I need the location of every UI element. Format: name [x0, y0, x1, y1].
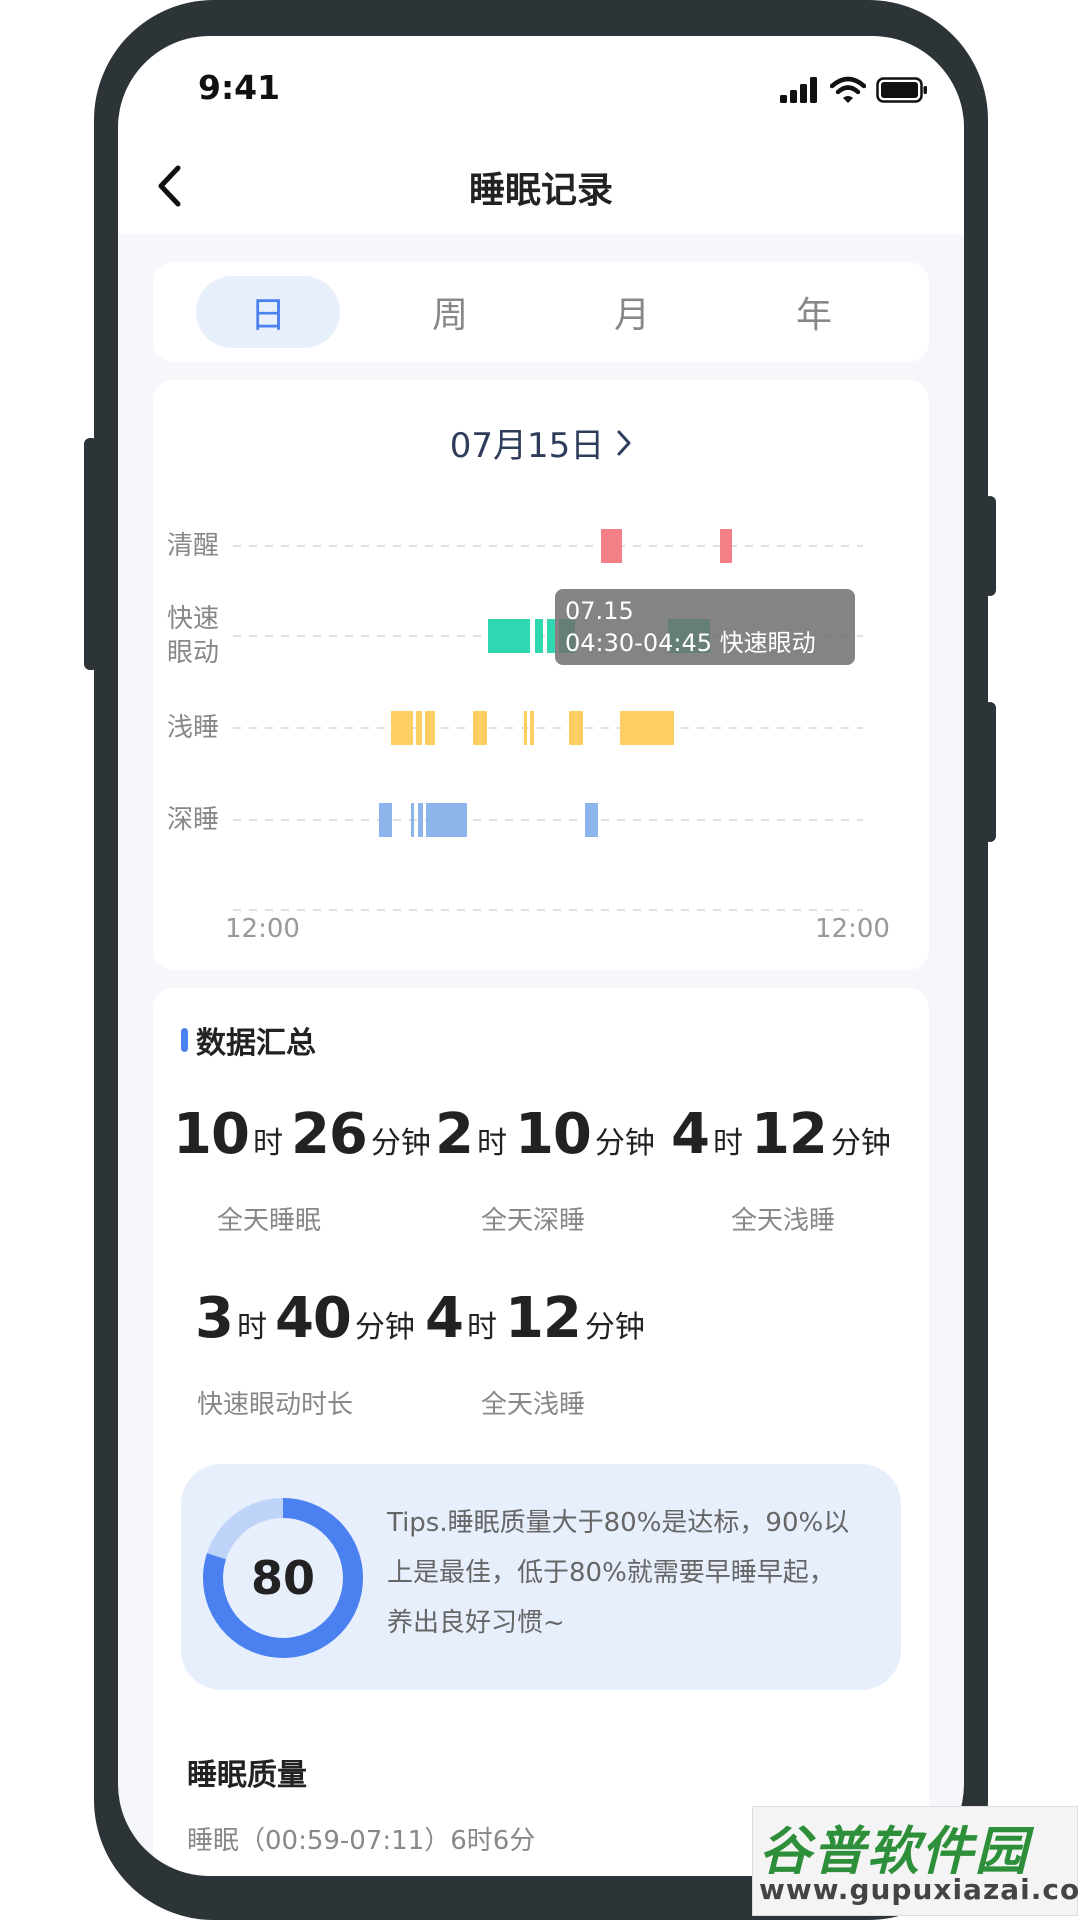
title-accent-bar	[181, 1028, 188, 1052]
tips-line: 上是最佳，低于80%就需要早睡早起，	[387, 1558, 835, 1588]
light-bar	[473, 711, 487, 745]
rem-bar	[547, 619, 555, 653]
summary-title: 数据汇总	[181, 1018, 316, 1062]
light-bars	[391, 711, 674, 745]
stat-hours: 2	[435, 1102, 474, 1167]
minute-unit: 分钟	[594, 1126, 655, 1161]
light-bar	[620, 711, 674, 745]
signal-icon	[780, 77, 817, 103]
hour-unit: 时	[252, 1126, 283, 1161]
stat-value: 3 时 40 分钟	[195, 1286, 423, 1351]
stat-value: 4 时 12 分钟	[671, 1102, 899, 1167]
tab-week[interactable]: 周	[378, 276, 522, 348]
light-bar	[569, 711, 583, 745]
stat-value: 4 时 12 分钟	[425, 1286, 653, 1351]
chart-tooltip: 07.15 04:30-04:45 快速眼动	[555, 589, 855, 665]
quality-title: 睡眠质量	[187, 1758, 307, 1793]
tips-box: 80 Tips.睡眠质量大于80%是达标，90%以 上是最佳，低于80%就需要早…	[181, 1464, 901, 1690]
minute-unit: 分钟	[830, 1126, 891, 1161]
deep-bars	[379, 803, 598, 837]
row-label-awake: 清醒	[167, 531, 220, 561]
hour-unit: 时	[712, 1126, 743, 1161]
row-label-rem-line2: 眼动	[167, 638, 220, 668]
tips-line: 养出良好习惯~	[387, 1608, 565, 1638]
light-bar	[425, 711, 435, 745]
stat-label: 全天睡眠	[217, 1206, 322, 1236]
row-label-rem: 快速 眼动	[167, 602, 219, 670]
top-bar: 9:41 睡眠记录	[118, 36, 964, 234]
score-value: 80	[250, 1551, 315, 1605]
deep-bar	[379, 803, 392, 837]
x-tick-start: 12:00	[225, 914, 300, 944]
stat-light-sleep: 4 时 12 分钟	[671, 1102, 899, 1167]
light-bar	[416, 711, 422, 745]
deep-bar	[418, 803, 423, 837]
row-label-light: 浅睡	[167, 713, 220, 743]
tooltip-date: 07.15	[565, 597, 634, 625]
battery-icon	[876, 77, 927, 103]
stat-minutes: 12	[504, 1286, 582, 1351]
hour-unit: 时	[466, 1310, 497, 1345]
score-ring: 80	[203, 1498, 363, 1658]
stat-total-sleep: 10 时 26 分钟	[173, 1102, 439, 1167]
rem-bar	[488, 619, 530, 653]
stat-deep-sleep: 2 时 10 分钟	[435, 1102, 663, 1167]
stat-label: 全天浅睡	[731, 1206, 836, 1236]
minute-unit: 分钟	[354, 1310, 415, 1345]
stat-hours: 4	[671, 1102, 710, 1167]
stat-label: 全天深睡	[481, 1206, 586, 1236]
stat-minutes: 26	[290, 1102, 368, 1167]
tips-text: Tips.睡眠质量大于80%是达标，90%以 上是最佳，低于80%就需要早睡早起…	[387, 1498, 887, 1648]
x-tick-end: 12:00	[815, 914, 890, 944]
minute-unit: 分钟	[584, 1310, 645, 1345]
tab-year[interactable]: 年	[742, 276, 886, 348]
rem-bar	[535, 619, 543, 653]
summary-title-text: 数据汇总	[196, 1026, 316, 1061]
tab-day[interactable]: 日	[196, 276, 340, 348]
stat-hours: 10	[173, 1102, 250, 1167]
summary-card: 数据汇总 10 时 26 分钟 全天睡眠 2 时 10 分钟 全天深睡 4 时	[153, 988, 929, 1876]
stat-value: 10 时 26 分钟	[173, 1102, 439, 1167]
hour-unit: 时	[236, 1310, 267, 1345]
stat-hours: 3	[195, 1286, 234, 1351]
stat-rem: 3 时 40 分钟	[195, 1286, 423, 1351]
tab-month[interactable]: 月	[560, 276, 704, 348]
stat-hours: 4	[425, 1286, 464, 1351]
stat-minutes: 12	[750, 1102, 828, 1167]
stat-label: 快速眼动时长	[197, 1390, 354, 1420]
hour-unit: 时	[476, 1126, 507, 1161]
row-label-deep: 深睡	[167, 805, 220, 835]
sleep-chart-card: 07月15日 清醒 快速 眼动 浅睡 深睡 07.15 04:30-04:45 …	[153, 380, 929, 970]
row-label-rem-line1: 快速	[167, 604, 220, 634]
watermark-url: www.gupuxiazai.com	[759, 1873, 1080, 1906]
tooltip-detail: 04:30-04:45 快速眼动	[565, 629, 816, 657]
stat-light-sleep-2: 4 时 12 分钟	[425, 1286, 653, 1351]
awake-bar	[720, 529, 732, 563]
minute-unit: 分钟	[370, 1126, 431, 1161]
status-icons	[780, 76, 928, 104]
light-bar	[391, 711, 413, 745]
sleep-stage-chart	[233, 529, 863, 911]
stat-value: 2 时 10 分钟	[435, 1102, 663, 1167]
period-tabs: 日 周 月 年	[153, 262, 929, 362]
watermark-logo: 谷普软件园 www.gupuxiazai.com	[752, 1806, 1080, 1916]
deep-bar	[411, 803, 414, 837]
quality-subtitle: 睡眠（00:59-07:11）6时6分	[187, 1826, 536, 1856]
light-bar	[524, 711, 527, 745]
stat-minutes: 10	[514, 1102, 592, 1167]
tips-line: Tips.睡眠质量大于80%是达标，90%以	[387, 1508, 850, 1538]
wifi-icon	[830, 76, 866, 103]
page-title: 睡眠记录	[468, 170, 613, 211]
stat-label: 全天浅睡	[481, 1390, 586, 1420]
stat-minutes: 40	[274, 1286, 352, 1351]
light-bar	[530, 711, 534, 745]
deep-bar	[585, 803, 598, 837]
awake-bar	[601, 529, 622, 563]
deep-bar	[426, 803, 467, 837]
phone-screen: 9:41 睡眠记录 日 周 月 年 07月15日 清醒 快速 眼动 浅睡 深睡 …	[118, 36, 964, 1876]
status-time: 9:41	[198, 68, 281, 107]
